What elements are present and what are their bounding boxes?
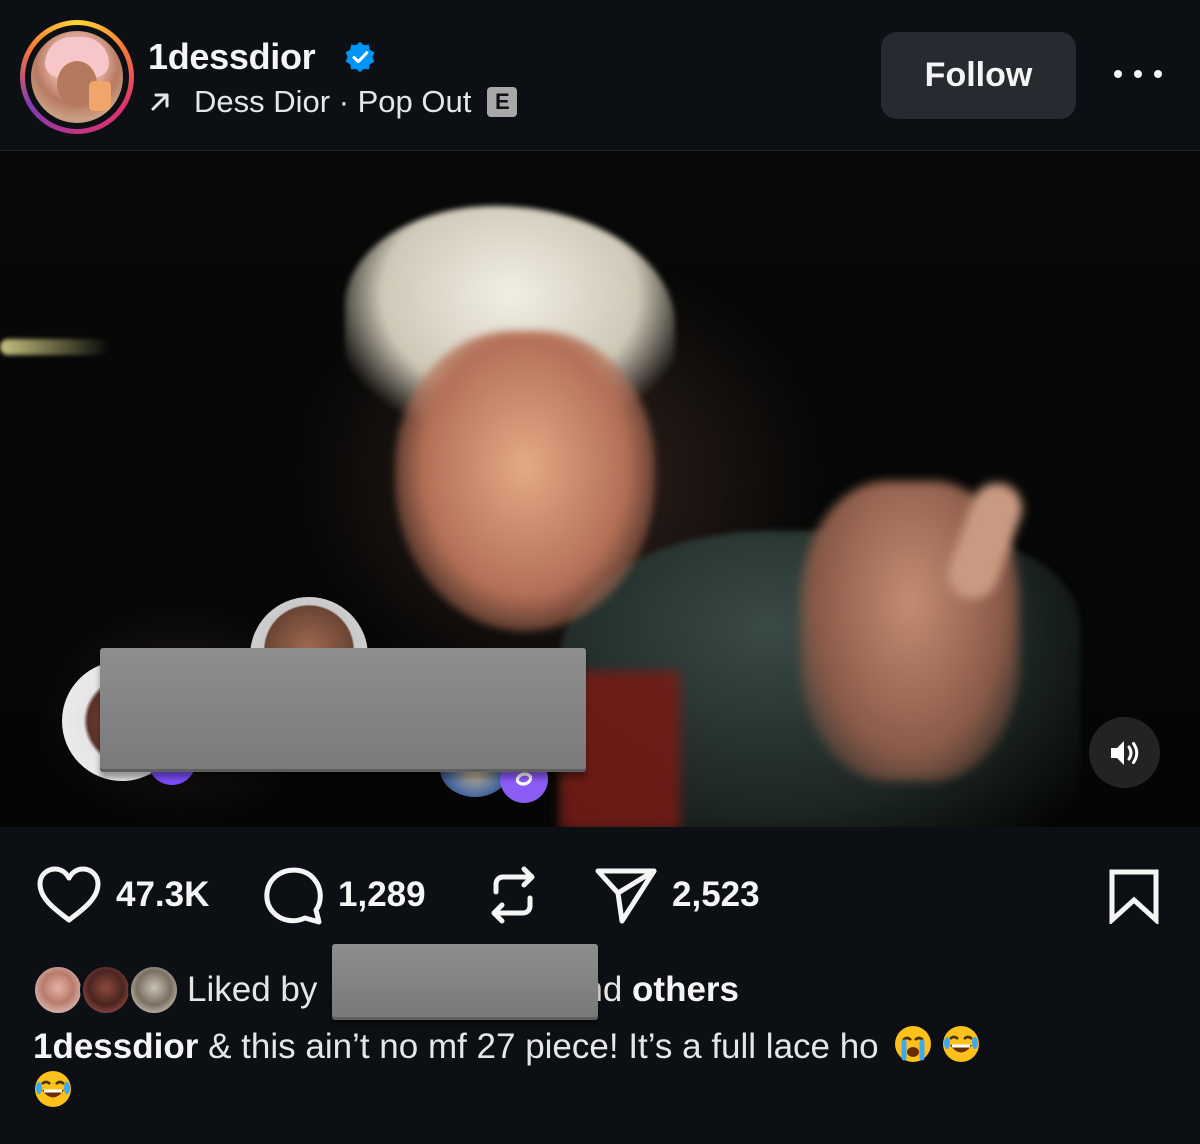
- username[interactable]: 1dessdior: [148, 36, 316, 78]
- action-bar: 47.3K 1,289 2,523: [0, 860, 1200, 930]
- share-button[interactable]: 2,523: [594, 860, 760, 930]
- explicit-badge: E: [487, 87, 518, 117]
- liker-avatar: [32, 964, 84, 1016]
- crying-emoji-icon: [894, 1026, 931, 1062]
- comment-count: 1,289: [338, 875, 426, 914]
- music-label: Dess Dior · Pop Out: [194, 84, 472, 119]
- profile-avatar[interactable]: [20, 20, 134, 134]
- share-icon: [595, 868, 657, 924]
- liker-avatar: [128, 964, 180, 1016]
- comment-icon: [264, 867, 323, 925]
- post-header: 1dessdior Dess Dior · Pop Out E Follow: [0, 0, 1200, 150]
- volume-icon[interactable]: [1089, 717, 1160, 788]
- heart-icon: [37, 866, 101, 923]
- redaction-box: [100, 648, 586, 772]
- repost-icon: [491, 866, 535, 924]
- liked-by-prefix: Liked by: [187, 970, 318, 1009]
- caption-text: & this ain’t no mf 27 piece! It’s a full…: [208, 1027, 879, 1066]
- avatar-image: [31, 31, 123, 123]
- redaction-box: [332, 944, 598, 1020]
- like-count: 47.3K: [116, 875, 210, 914]
- music-attribution[interactable]: Dess Dior · Pop Out E: [148, 84, 518, 120]
- comment-button[interactable]: 1,289: [262, 860, 426, 930]
- repost-button[interactable]: [484, 860, 542, 930]
- liked-by-row[interactable]: Liked by nd others: [32, 964, 1192, 1020]
- post-video[interactable]: [0, 151, 1200, 827]
- arrow-up-right-icon: [151, 93, 169, 111]
- verified-badge-icon: [345, 41, 375, 73]
- laughing-emoji-icon: [35, 1071, 71, 1107]
- more-icon[interactable]: [1114, 64, 1162, 84]
- like-button[interactable]: 47.3K: [36, 860, 209, 930]
- post-caption: 1dessdior & this ain’t no mf 27 piece! I…: [33, 1024, 1153, 1114]
- follow-button[interactable]: Follow: [881, 32, 1076, 119]
- instagram-post: 1dessdior Dess Dior · Pop Out E Follow 4…: [0, 0, 1200, 1144]
- bookmark-icon[interactable]: [1108, 868, 1160, 924]
- share-count: 2,523: [672, 875, 760, 914]
- liked-by-others[interactable]: others: [632, 970, 739, 1009]
- caption-username[interactable]: 1dessdior: [33, 1027, 198, 1066]
- laughing-emoji-icon: [942, 1026, 979, 1062]
- liker-avatar: [80, 964, 132, 1016]
